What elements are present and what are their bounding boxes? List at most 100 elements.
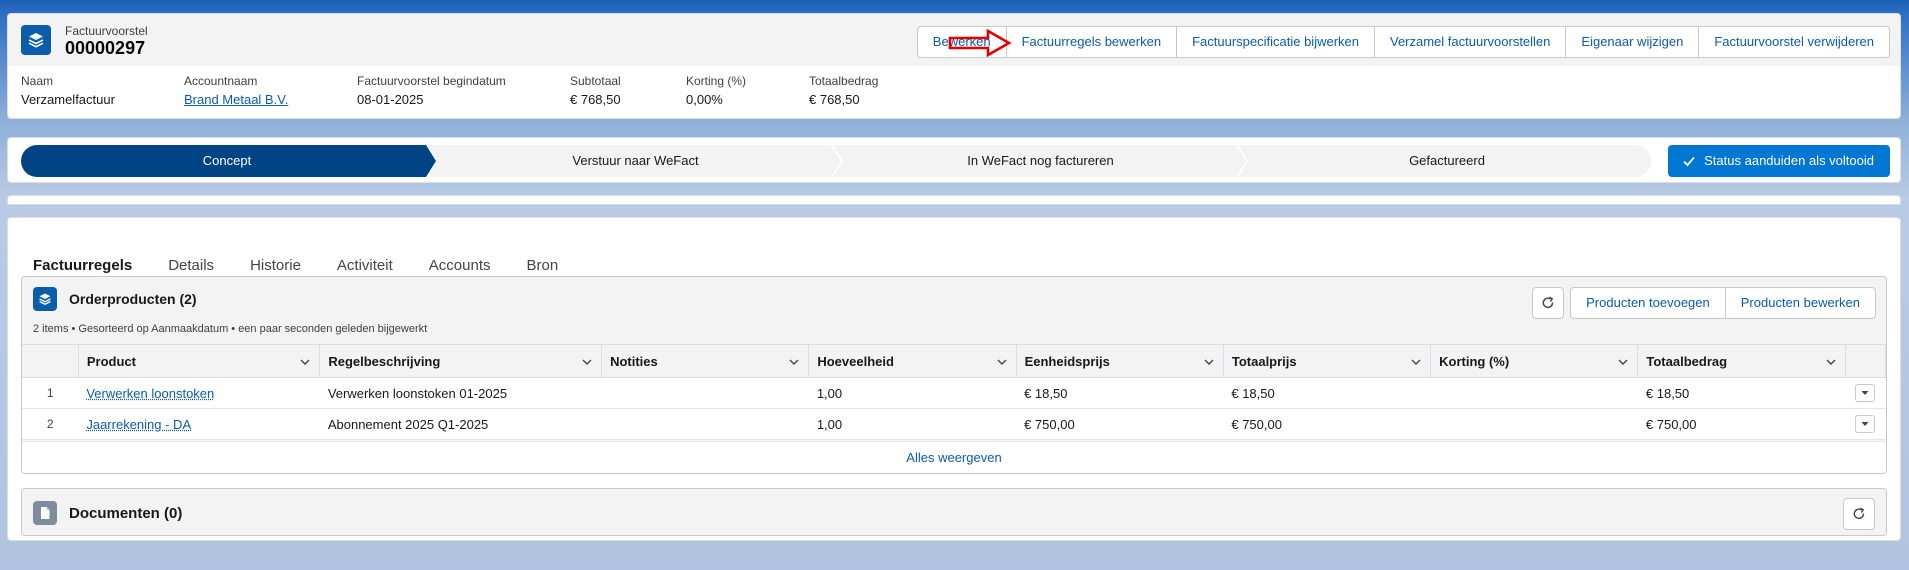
- cell-eenheidsprijs: € 750,00: [1016, 408, 1224, 440]
- chevron-down-icon[interactable]: [581, 356, 593, 368]
- edit-invoice-lines-button[interactable]: Factuurregels bewerken: [1005, 27, 1177, 57]
- field-subtotaal: Subtotaal € 768,50: [570, 74, 621, 107]
- orderproducten-title[interactable]: Orderproducten (2): [69, 291, 197, 307]
- chevron-down-icon[interactable]: [1617, 356, 1629, 368]
- field-label: Totaalbedrag: [809, 74, 879, 88]
- field-begindatum: Factuurvoorstel begindatum 08-01-2025: [357, 74, 506, 107]
- edit-products-button[interactable]: Producten bewerken: [1724, 288, 1875, 318]
- column-header-hoeveelheid[interactable]: Hoeveelheid: [808, 344, 1017, 378]
- cell-totaalbedrag: € 750,00: [1637, 408, 1846, 440]
- action-button-group: Bewerken Factuurregels bewerken Factuurs…: [916, 26, 1890, 58]
- orderproducten-table: Product Regelbeschrijving Notities Hoeve…: [22, 344, 1886, 440]
- delete-invoice-proposal-button[interactable]: Factuurvoorstel verwijderen: [1698, 27, 1889, 57]
- field-accountnaam: Accountnaam Brand Metaal B.V.: [184, 74, 288, 107]
- document-icon: [33, 501, 57, 525]
- row-actions-header: [1845, 344, 1886, 378]
- refresh-button[interactable]: [1532, 287, 1565, 319]
- account-link[interactable]: Brand Metaal B.V.: [184, 92, 288, 107]
- field-value: 08-01-2025: [357, 92, 424, 107]
- list-info-text: 2 items • Gesorteerd op Aanmaakdatum • e…: [33, 323, 428, 335]
- stage-verstuur-naar-wefact[interactable]: Verstuur naar WeFact: [433, 145, 838, 177]
- stage-concept[interactable]: Concept: [21, 145, 433, 177]
- mark-status-complete-label: Status aanduiden als voltooid: [1704, 153, 1874, 168]
- cell-product: Verwerken loonstoken: [78, 377, 320, 409]
- checkmark-icon: [1683, 156, 1695, 167]
- stage-in-wefact-nog-factureren[interactable]: In WeFact nog factureren: [838, 145, 1243, 177]
- field-label: Korting (%): [686, 74, 747, 88]
- cell-regelbeschrijving: Verwerken loonstoken 01-2025: [319, 377, 602, 409]
- field-korting: Korting (%) 0,00%: [686, 74, 746, 107]
- documenten-title[interactable]: Documenten (0): [69, 505, 182, 522]
- collect-invoice-proposals-button[interactable]: Verzamel factuurvoorstellen: [1373, 27, 1566, 57]
- field-value: € 768,50: [570, 92, 621, 107]
- related-tabs-card: Factuurregels Details Historie Activitei…: [7, 217, 1901, 541]
- list-button-group: Producten toevoegen Producten bewerken: [1570, 287, 1876, 319]
- add-products-button[interactable]: Producten toevoegen: [1571, 288, 1725, 318]
- view-all-link[interactable]: Alles weergeven: [22, 441, 1886, 473]
- stage-gefactureerd[interactable]: Gefactureerd: [1243, 145, 1651, 177]
- change-owner-button[interactable]: Eigenaar wijzigen: [1565, 27, 1699, 57]
- column-header-totaalbedrag[interactable]: Totaalbedrag: [1637, 344, 1846, 378]
- cell-row-actions: [1845, 408, 1886, 440]
- column-label: Hoeveelheid: [817, 353, 894, 369]
- refresh-button[interactable]: [1843, 498, 1875, 530]
- column-header-korting[interactable]: Korting (%): [1430, 344, 1639, 378]
- caret-down-icon: [1861, 391, 1869, 395]
- cell-notities: [601, 408, 809, 440]
- row-number-header: [22, 344, 79, 378]
- chevron-down-icon[interactable]: [1410, 356, 1422, 368]
- object-type-label: Factuurvoorstel: [65, 24, 148, 38]
- row-menu-button[interactable]: [1855, 384, 1876, 402]
- row-number: 1: [22, 377, 79, 409]
- cell-eenheidsprijs: € 18,50: [1016, 377, 1224, 409]
- update-invoice-spec-button[interactable]: Factuurspecificatie bijwerken: [1176, 27, 1374, 57]
- annotation-arrow-icon: [948, 29, 1012, 57]
- field-totaalbedrag: Totaalbedrag € 768,50: [809, 74, 878, 107]
- mark-status-complete-button[interactable]: Status aanduiden als voltooid: [1668, 145, 1890, 177]
- caret-down-icon: [1861, 422, 1869, 426]
- column-header-eenheidsprijs[interactable]: Eenheidsprijs: [1016, 344, 1224, 378]
- column-label: Product: [86, 353, 136, 369]
- stack-icon: [33, 287, 57, 311]
- row-menu-button[interactable]: [1855, 415, 1876, 433]
- empty-card-strip: [7, 195, 1901, 205]
- cell-totaalbedrag: € 18,50: [1637, 377, 1846, 409]
- column-label: Notities: [610, 353, 658, 369]
- cell-hoeveelheid: 1,00: [808, 408, 1017, 440]
- highlight-fields: Naam Verzamelfactuur Accountnaam Brand M…: [8, 74, 1900, 114]
- field-naam: Naam Verzamelfactuur: [21, 74, 115, 107]
- stack-icon: [21, 25, 51, 55]
- chevron-down-icon[interactable]: [299, 356, 311, 368]
- refresh-icon: [1853, 507, 1865, 520]
- cell-totaalprijs: € 18,50: [1223, 377, 1431, 409]
- chevron-down-icon[interactable]: [1825, 356, 1837, 368]
- documenten-related-list: Documenten (0): [21, 488, 1887, 536]
- column-header-regelbeschrijving[interactable]: Regelbeschrijving: [319, 344, 603, 378]
- column-label: Totaalbedrag: [1646, 353, 1728, 369]
- field-label: Accountnaam: [184, 74, 258, 88]
- chevron-down-icon[interactable]: [788, 356, 800, 368]
- column-header-totaalprijs[interactable]: Totaalprijs: [1223, 344, 1432, 378]
- field-value: € 768,50: [809, 92, 860, 107]
- product-link[interactable]: Verwerken loonstoken: [86, 386, 214, 401]
- field-label: Subtotaal: [570, 74, 621, 88]
- path-stage-list: Concept Verstuur naar WeFact In WeFact n…: [21, 145, 1651, 177]
- chevron-down-icon[interactable]: [996, 356, 1008, 368]
- field-label: Naam: [21, 74, 54, 88]
- cell-notities: [601, 377, 809, 409]
- row-number: 2: [22, 408, 79, 440]
- table-row: 1 Verwerken loonstoken Verwerken loonsto…: [22, 377, 1886, 409]
- refresh-icon: [1542, 296, 1554, 309]
- product-link[interactable]: Jaarrekening - DA: [86, 417, 191, 432]
- status-path: Concept Verstuur naar WeFact In WeFact n…: [7, 137, 1901, 183]
- cell-korting: [1430, 408, 1638, 440]
- column-header-notities[interactable]: Notities: [601, 344, 810, 378]
- column-header-product[interactable]: Product: [78, 344, 321, 378]
- cell-totaalprijs: € 750,00: [1223, 408, 1431, 440]
- table-header-row: Product Regelbeschrijving Notities Hoeve…: [22, 344, 1886, 378]
- column-label: Totaalprijs: [1231, 353, 1297, 369]
- chevron-down-icon[interactable]: [1203, 356, 1215, 368]
- field-label: Factuurvoorstel begindatum: [357, 74, 506, 88]
- field-value: Verzamelfactuur: [21, 92, 115, 107]
- cell-regelbeschrijving: Abonnement 2025 Q1-2025: [319, 408, 602, 440]
